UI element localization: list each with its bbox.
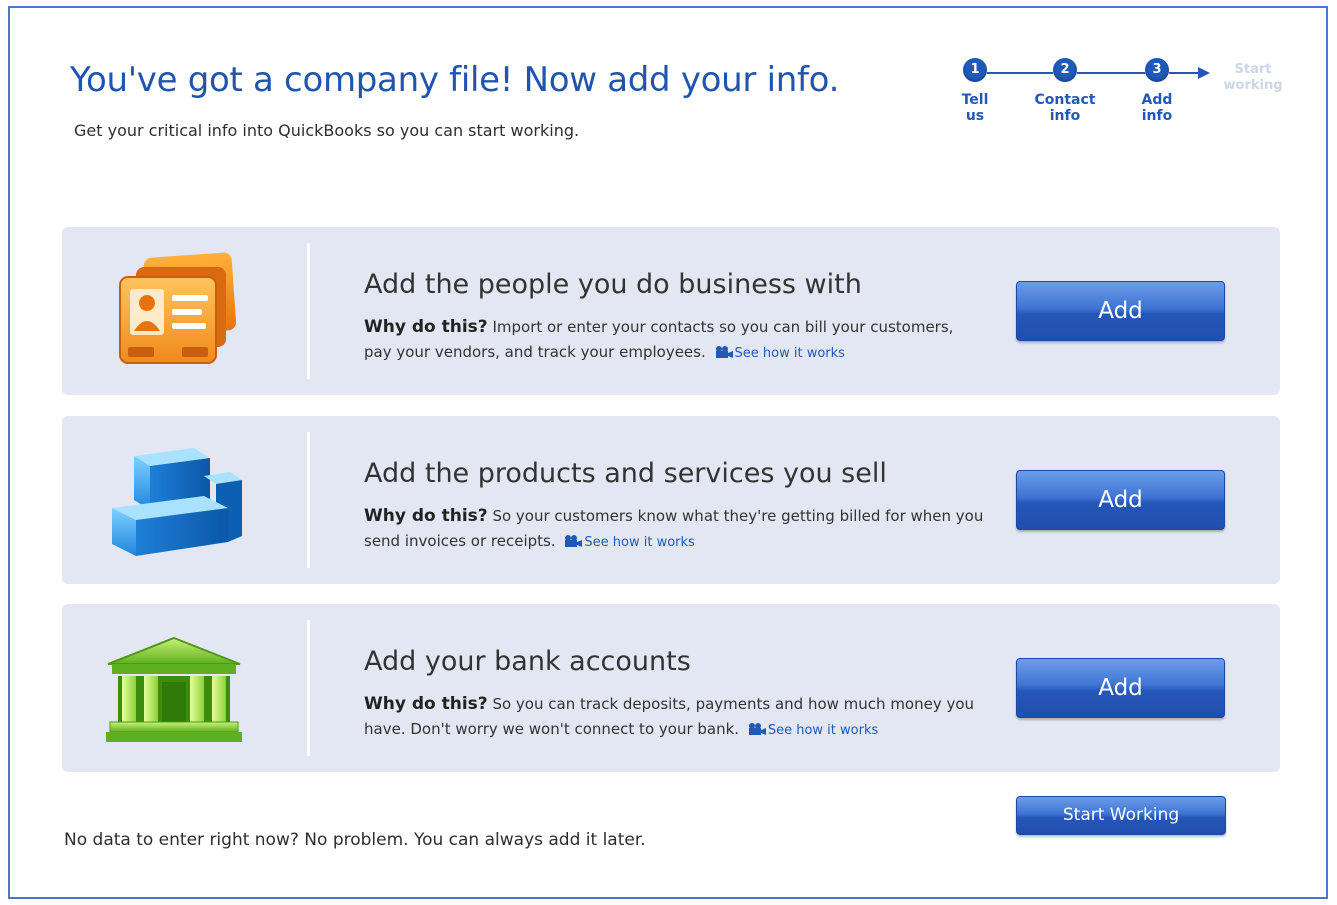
card-people: Add the people you do business with Why …: [62, 227, 1280, 395]
why-label: Why do this?: [364, 317, 488, 337]
video-camera-icon: [748, 723, 766, 735]
card-divider: [307, 620, 310, 756]
start-working-button[interactable]: Start Working: [1016, 796, 1226, 835]
step-2: 2 Contact info: [1030, 58, 1100, 124]
progress-steps: 1 Tell us 2 Contact info 3 Add info Star…: [940, 58, 1290, 138]
page-title: You've got a company file! Now add your …: [70, 60, 840, 100]
step-final-label: Start working: [1223, 62, 1283, 93]
contact-card-icon: [119, 252, 237, 364]
card-title: Add the people you do business with: [364, 269, 862, 300]
card-divider: [307, 243, 310, 379]
card-divider: [307, 432, 310, 568]
step-connector: [1169, 72, 1201, 74]
video-camera-icon: [715, 346, 733, 358]
card-title: Add your bank accounts: [364, 646, 691, 677]
step-1: 1 Tell us: [940, 58, 1010, 124]
card-description: Why do this? Import or enter your contac…: [364, 315, 984, 366]
footer-note: No data to enter right now? No problem. …: [64, 830, 646, 850]
step-number: 3: [1145, 58, 1169, 82]
see-how-it-works-link[interactable]: See how it works: [735, 346, 845, 361]
step-number: 2: [1053, 58, 1077, 82]
step-label: Contact info: [1034, 92, 1096, 124]
see-how-it-works-link[interactable]: See how it works: [584, 535, 694, 550]
card-title: Add the products and services you sell: [364, 458, 887, 489]
step-3: 3 Add info: [1122, 58, 1192, 124]
see-how-it-works-link[interactable]: See how it works: [768, 723, 878, 738]
page-subtitle: Get your critical info into QuickBooks s…: [74, 121, 580, 140]
step-label: Add info: [1141, 92, 1173, 124]
bank-icon: [106, 636, 242, 742]
card-description: Why do this? So your customers know what…: [364, 504, 984, 555]
add-people-button[interactable]: Add: [1016, 281, 1225, 341]
card-bank: Add your bank accounts Why do this? So y…: [62, 604, 1280, 772]
card-description: Why do this? So you can track deposits, …: [364, 692, 984, 743]
product-boxes-icon: [112, 448, 242, 556]
card-products: Add the products and services you sell W…: [62, 416, 1280, 584]
step-number: 1: [963, 58, 987, 82]
step-label: Tell us: [961, 92, 989, 124]
video-camera-icon: [565, 535, 583, 547]
why-label: Why do this?: [364, 506, 488, 526]
add-bank-button[interactable]: Add: [1016, 658, 1225, 718]
add-products-button[interactable]: Add: [1016, 470, 1225, 530]
why-label: Why do this?: [364, 694, 488, 714]
arrow-right-icon: [1198, 67, 1210, 79]
